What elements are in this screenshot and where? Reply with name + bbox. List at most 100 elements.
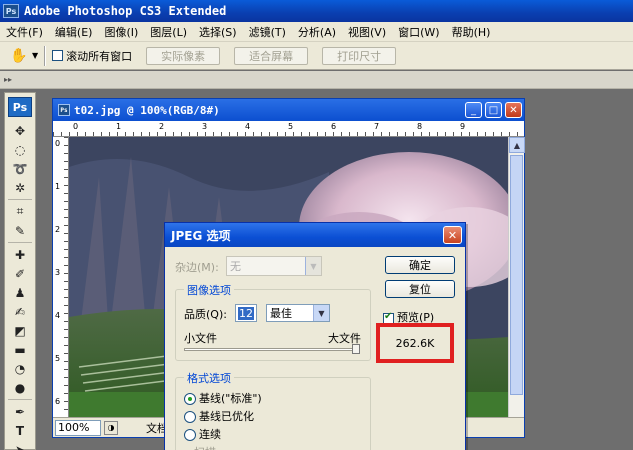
menu-analysis[interactable]: 分析(A) — [292, 24, 342, 40]
gradient-tool-icon[interactable]: ▬ — [5, 340, 35, 359]
move-tool-icon[interactable]: ✥ — [5, 121, 35, 140]
hand-tool-icon[interactable]: ✋ — [8, 46, 30, 66]
ruler-label: 2 — [159, 122, 165, 131]
image-options-group: 图像选项 品质(Q): 12 最佳 ▼ 小文件 大文件 — [175, 282, 371, 361]
ok-button[interactable]: 确定 — [385, 256, 455, 274]
radio-baseline-optimized[interactable] — [184, 411, 196, 423]
menu-filter[interactable]: 滤镜(T) — [243, 24, 292, 40]
document-title-bar: Ps t02.jpg @ 100%(RGB/8#) — [53, 99, 524, 121]
slice-tool-icon[interactable]: ✎ — [5, 221, 35, 240]
eraser-tool-icon[interactable]: ◩ — [5, 321, 35, 340]
crop-tool-icon[interactable]: ⌗ — [5, 202, 35, 221]
small-file-label: 小文件 — [184, 332, 217, 345]
format-options-group: 格式选项 基线("标准") 基线已优化 连续 扫描 — [175, 370, 371, 450]
menu-help[interactable]: 帮助(H) — [446, 24, 497, 40]
info-icon[interactable]: ◑ — [104, 420, 118, 435]
type-tool-icon[interactable]: T — [5, 421, 35, 440]
ruler-label: 3 — [55, 268, 61, 277]
preview-checkbox[interactable] — [383, 311, 394, 324]
actual-pixels-button[interactable]: 实际像素 — [146, 46, 221, 65]
format-option-baseline[interactable]: 基线("标准") — [184, 390, 262, 406]
maximize-button[interactable]: □ — [485, 102, 502, 118]
history-brush-icon[interactable]: ✍ — [5, 302, 35, 321]
lasso-tool-icon[interactable]: ➰ — [5, 159, 35, 178]
print-size-button[interactable]: 打印尺寸 — [322, 46, 397, 65]
reset-button[interactable]: 复位 — [385, 280, 455, 298]
document-title: t02.jpg @ 100%(RGB/8#) — [74, 103, 220, 117]
tool-preset-dropdown-icon[interactable]: ▼ — [32, 51, 38, 60]
menu-layer[interactable]: 图层(L) — [144, 24, 193, 40]
quality-label: 品质(Q): — [184, 308, 227, 321]
file-size: 262.6K — [395, 336, 435, 350]
quality-preset-value: 最佳 — [270, 307, 292, 320]
radio-baseline[interactable] — [184, 393, 196, 405]
scan-label: 扫描 — [194, 444, 216, 450]
quality-slider-thumb[interactable] — [352, 344, 360, 354]
dodge-tool-icon[interactable]: ● — [5, 378, 35, 397]
healing-brush-icon[interactable]: ✚ — [5, 245, 35, 264]
clone-stamp-icon[interactable]: ♟ — [5, 283, 35, 302]
scroll-thumb[interactable] — [510, 155, 523, 395]
format-option-progressive[interactable]: 连续 — [184, 426, 221, 442]
chevron-down-icon: ▼ — [305, 257, 321, 275]
blur-tool-icon[interactable]: ◔ — [5, 359, 35, 378]
ruler-label: 5 — [288, 122, 294, 131]
horizontal-ruler: 0 1 2 3 4 5 6 7 8 9 — [53, 121, 524, 137]
app-title: Adobe Photoshop CS3 Extended — [24, 4, 227, 18]
format-option-label: 连续 — [199, 428, 221, 441]
document-ps-icon: Ps — [58, 104, 70, 116]
marquee-tool-icon[interactable]: ◌ — [5, 140, 35, 159]
ruler-label: 6 — [331, 122, 337, 131]
ruler-label: 4 — [245, 122, 251, 131]
chevron-down-icon: ▼ — [313, 305, 329, 321]
minimize-button[interactable]: _ — [465, 102, 482, 118]
image-options-label: 图像选项 — [184, 282, 234, 298]
ruler-label: 2 — [55, 225, 61, 234]
options-separator — [44, 45, 47, 66]
vertical-scrollbar[interactable]: ▲ — [508, 137, 525, 417]
quality-input[interactable]: 12 — [235, 304, 257, 322]
format-option-label: 基线已优化 — [199, 410, 254, 423]
pen-tool-icon[interactable]: ✒ — [5, 402, 35, 421]
magic-wand-icon[interactable]: ✲ — [5, 178, 35, 197]
ruler-label: 7 — [374, 122, 380, 131]
menu-window[interactable]: 窗口(W) — [392, 24, 445, 40]
scroll-all-windows-checkbox[interactable] — [52, 50, 64, 61]
ruler-label: 9 — [460, 122, 466, 131]
expand-arrows-icon[interactable]: ▸▸ — [4, 75, 12, 84]
menu-select[interactable]: 选择(S) — [193, 24, 243, 40]
dialog-close-button[interactable]: ✕ — [443, 226, 462, 244]
toolbox: Ps ✥ ◌ ➰ ✲ ⌗ ✎ ✚ ✐ ♟ ✍ ◩ ▬ ◔ ● ✒ T ➤ — [4, 92, 36, 450]
dialog-title-bar: JPEG 选项 — [165, 223, 465, 247]
ruler-label: 0 — [73, 122, 79, 131]
menu-edit[interactable]: 编辑(E) — [49, 24, 99, 40]
ruler-label: 6 — [55, 397, 61, 406]
quality-preset-select[interactable]: 最佳 ▼ — [266, 304, 330, 322]
matte-select[interactable]: 无 ▼ — [226, 256, 322, 276]
matte-label: 杂边(M): — [175, 261, 219, 274]
toolbox-separator — [8, 199, 32, 200]
fit-screen-button[interactable]: 适合屏幕 — [234, 46, 309, 65]
path-select-icon[interactable]: ➤ — [5, 440, 35, 450]
brush-tool-icon[interactable]: ✐ — [5, 264, 35, 283]
radio-progressive[interactable] — [184, 429, 196, 441]
format-option-baseline-optimized[interactable]: 基线已优化 — [184, 408, 254, 424]
close-document-button[interactable]: ✕ — [505, 102, 522, 118]
zoom-field[interactable]: 100% — [55, 419, 101, 436]
quality-value: 12 — [238, 306, 254, 320]
palette-strip: ▸▸ — [0, 71, 633, 89]
toolbox-separator — [8, 242, 32, 243]
scroll-all-windows-label: 滚动所有窗口 — [66, 49, 133, 63]
menu-view[interactable]: 视图(V) — [342, 24, 392, 40]
ruler-label: 4 — [55, 311, 61, 320]
quality-slider-track[interactable] — [184, 348, 360, 351]
dialog-title: JPEG 选项 — [171, 228, 231, 243]
ruler-label: 1 — [55, 182, 61, 191]
menu-image[interactable]: 图像(I) — [98, 24, 144, 40]
menu-file[interactable]: 文件(F) — [0, 24, 49, 40]
options-bar: ✋ ▼ 滚动所有窗口 实际像素 适合屏幕 打印尺寸 — [0, 42, 633, 70]
toolbox-logo: Ps — [8, 97, 32, 117]
ruler-label: 8 — [417, 122, 423, 131]
scroll-up-icon[interactable]: ▲ — [509, 137, 525, 153]
ruler-label: 3 — [202, 122, 208, 131]
